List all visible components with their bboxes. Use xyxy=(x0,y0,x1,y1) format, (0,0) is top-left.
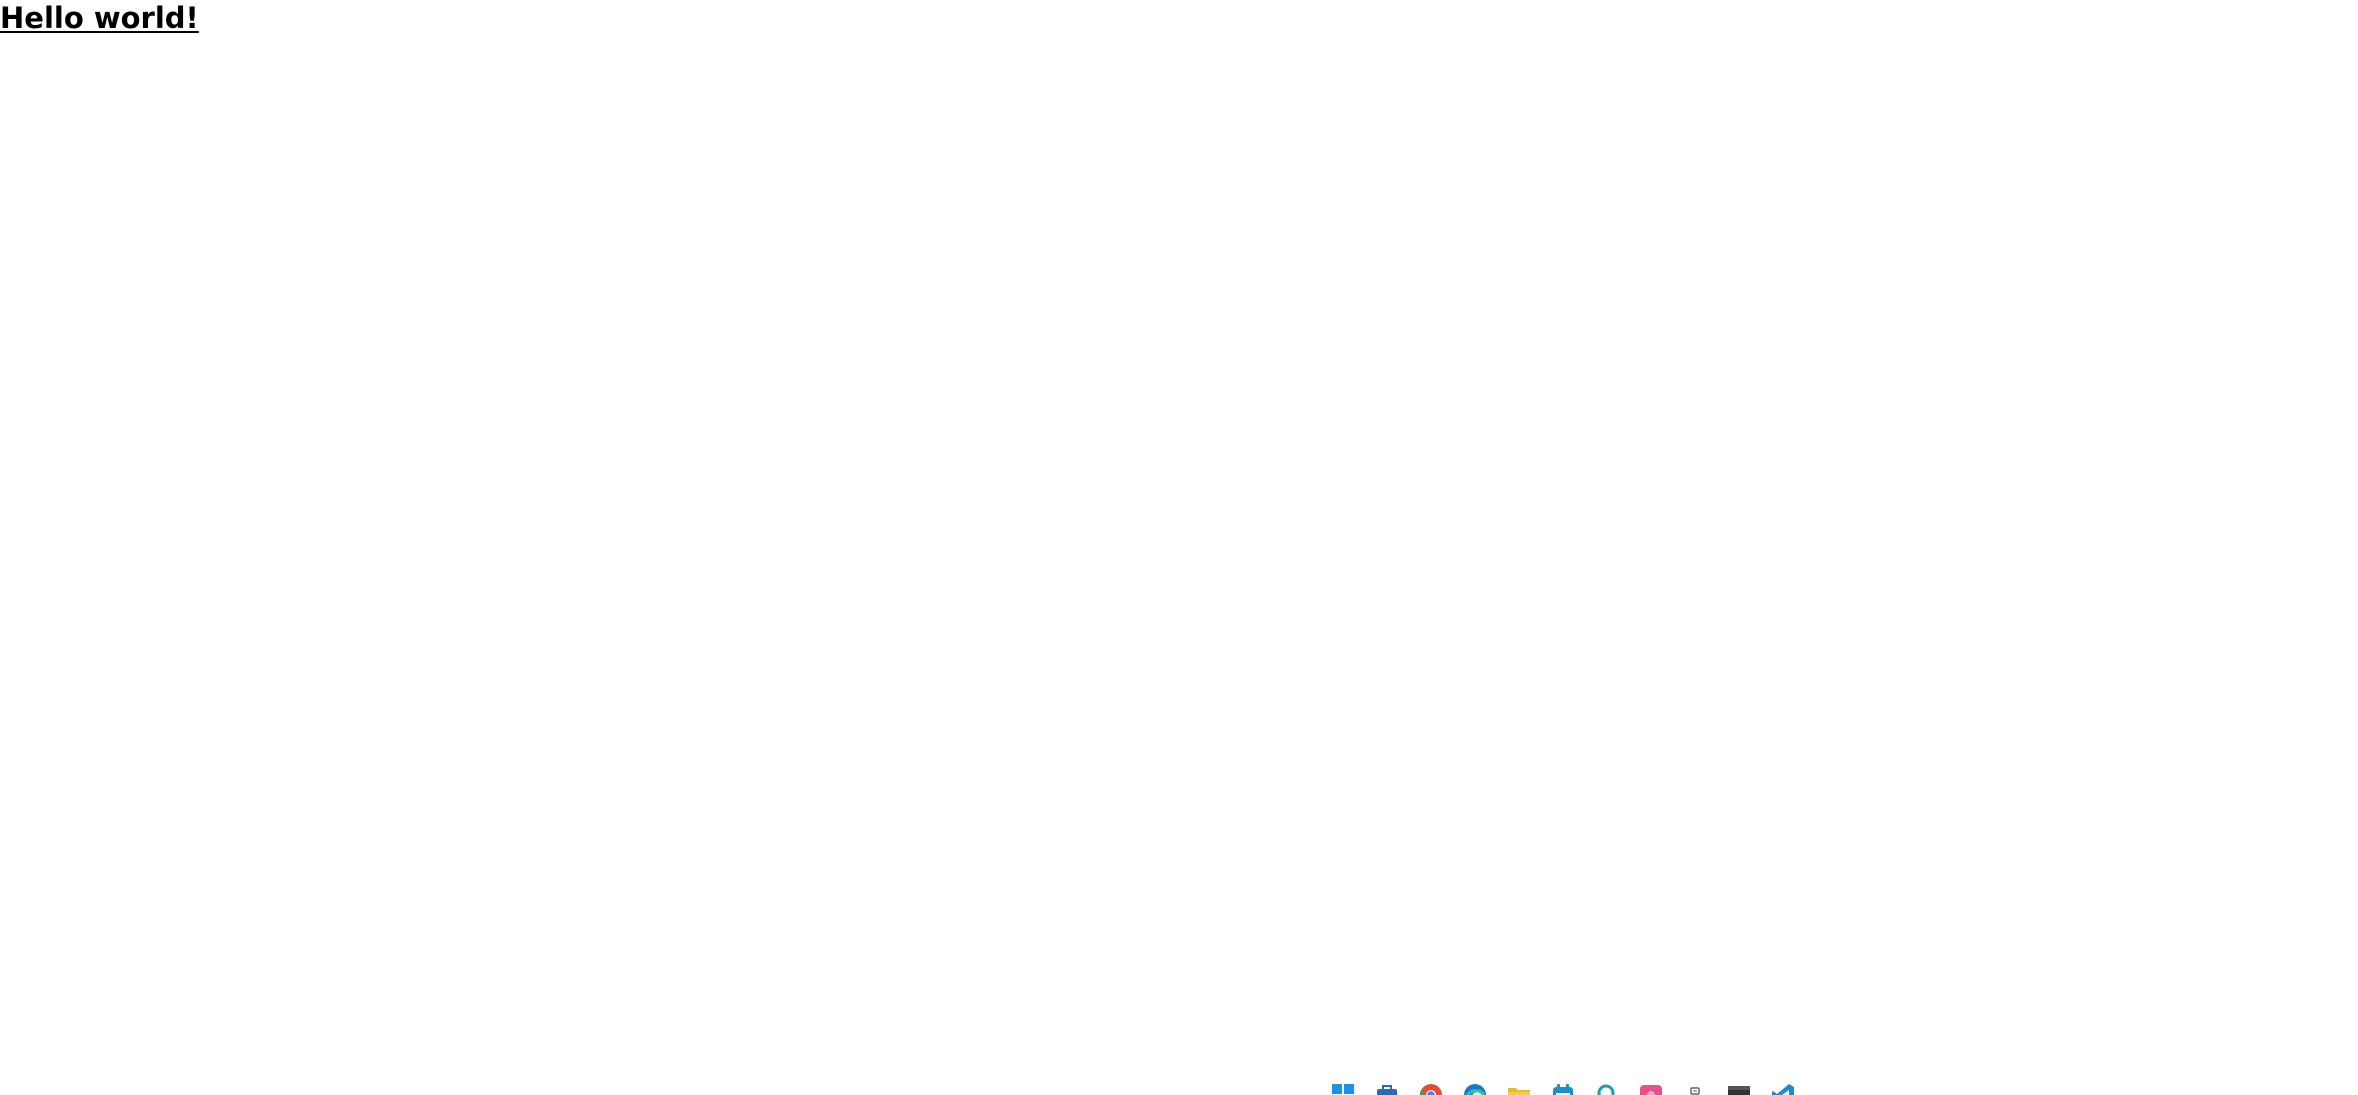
chrome-icon[interactable] xyxy=(1418,1082,1444,1095)
store-icon[interactable] xyxy=(1374,1082,1400,1095)
calendar-icon[interactable] xyxy=(1550,1082,1576,1095)
vscode-icon[interactable] xyxy=(1770,1082,1796,1095)
file-explorer-icon[interactable] xyxy=(1506,1082,1532,1095)
hello-world-link[interactable]: Hello world! xyxy=(0,0,199,36)
terminal-icon[interactable] xyxy=(1726,1082,1752,1095)
photos-app-icon[interactable] xyxy=(1638,1082,1664,1095)
taskbar xyxy=(1330,1082,1796,1095)
small-app-icon[interactable] xyxy=(1682,1082,1708,1095)
windows-start-icon[interactable] xyxy=(1330,1082,1356,1095)
page: Hello world! xyxy=(0,0,2358,1095)
search-app-icon[interactable] xyxy=(1594,1082,1620,1095)
edge-icon[interactable] xyxy=(1462,1082,1488,1095)
